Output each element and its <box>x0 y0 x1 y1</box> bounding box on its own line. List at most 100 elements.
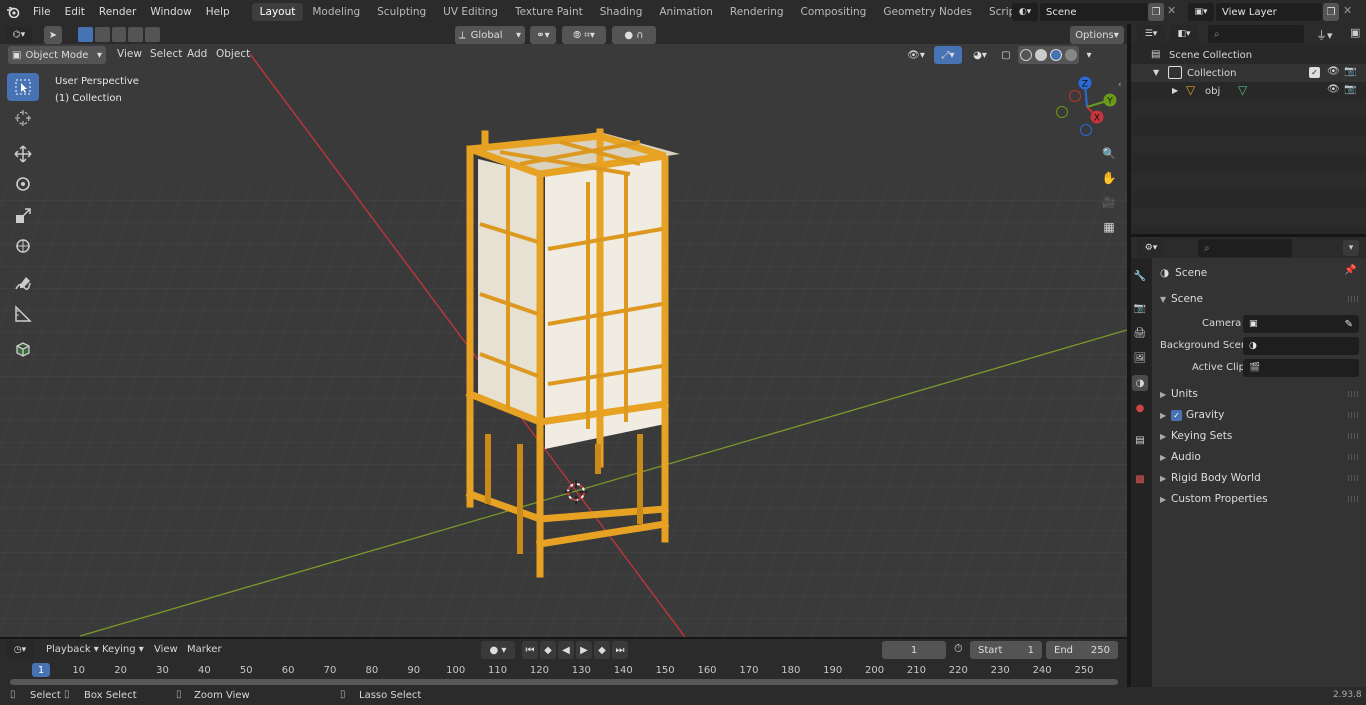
collection-properties-tab[interactable]: ▤ <box>1132 432 1148 448</box>
custom-properties-panel[interactable]: ▶ Custom Properties <box>1160 491 1268 507</box>
mesh-data-icon[interactable]: ▽ <box>1238 83 1247 97</box>
transform-tool[interactable] <box>7 232 39 260</box>
menu-window[interactable]: Window <box>143 0 198 24</box>
area-divider[interactable] <box>1131 234 1366 237</box>
blender-logo-icon[interactable] <box>0 0 26 24</box>
options-dropdown[interactable]: Options ▾ <box>1070 26 1124 44</box>
properties-options-icon[interactable]: ▾ <box>1343 240 1359 256</box>
audio-panel[interactable]: ▶ Audio <box>1160 449 1201 465</box>
copy-view-layer-icon[interactable]: ❐ <box>1323 3 1339 21</box>
panel-drag-handle[interactable] <box>1348 454 1360 460</box>
menu-playback[interactable]: Playback ▾ <box>46 644 99 655</box>
scale-tool[interactable] <box>7 202 39 230</box>
camera-field[interactable]: ▣ ✎ <box>1243 315 1359 333</box>
tool-select-icon[interactable]: ➤ <box>44 26 62 44</box>
collection-render-camera-icon[interactable]: 📷 <box>1344 66 1356 77</box>
scene-type-icon[interactable]: ◐▾ <box>1012 3 1038 21</box>
menu-help[interactable]: Help <box>199 0 237 24</box>
keying-sets-panel[interactable]: ▶ Keying Sets <box>1160 428 1232 444</box>
camera-view-icon[interactable]: 🎥 <box>1099 192 1119 212</box>
viewport-3d[interactable] <box>0 24 1127 637</box>
auto-keying-button[interactable]: ● ▾ <box>481 641 515 659</box>
panel-drag-handle[interactable] <box>1348 475 1360 481</box>
play-icon[interactable]: ▶ <box>576 641 592 659</box>
eyedropper-icon[interactable]: ✎ <box>1345 319 1353 330</box>
menu-edit[interactable]: Edit <box>58 0 92 24</box>
playback-controls[interactable]: ⏮ ◆ ◀ ▶ ◆ ⏭ <box>522 641 630 659</box>
menu-object[interactable]: Object <box>216 48 250 60</box>
lantern-object[interactable] <box>0 24 1127 637</box>
menu-marker[interactable]: Marker <box>187 644 222 655</box>
filter-icon[interactable]: ⏚▾ <box>1316 27 1333 43</box>
render-properties-tab[interactable]: 📷 <box>1132 300 1148 316</box>
annotate-tool[interactable] <box>7 270 39 298</box>
menu-render[interactable]: Render <box>92 0 143 24</box>
expand-collection-icon[interactable]: ▼ <box>1153 68 1159 77</box>
ortho-grid-icon[interactable]: ▦ <box>1099 217 1119 237</box>
view-layer-properties-tab[interactable]: 🖼 <box>1132 350 1148 366</box>
start-frame-field[interactable]: Start 1 <box>970 641 1042 659</box>
new-collection-icon[interactable]: ▣ <box>1350 26 1360 39</box>
tab-animation[interactable]: Animation <box>651 3 721 21</box>
rigid-body-world-panel[interactable]: ▶ Rigid Body World <box>1160 470 1261 486</box>
outliner-editor-type-icon[interactable]: ☰▾ <box>1137 25 1165 43</box>
editor-type-icon[interactable]: ⌬▾ <box>6 26 32 44</box>
tab-layout[interactable]: Layout <box>251 3 304 21</box>
jump-keyframe-back-icon[interactable]: ◆ <box>540 641 556 659</box>
measure-tool[interactable] <box>7 300 39 328</box>
area-divider[interactable] <box>0 637 1127 639</box>
jump-start-icon[interactable]: ⏮ <box>522 641 538 659</box>
tool-properties-tab[interactable]: 🔧 <box>1132 268 1148 284</box>
stopwatch-icon[interactable]: ⏱ <box>954 642 963 656</box>
texture-properties-tab[interactable]: ▩ <box>1132 471 1148 487</box>
menu-keying[interactable]: Keying ▾ <box>102 644 144 655</box>
cursor-tool[interactable] <box>7 104 39 132</box>
add-cube-tool[interactable] <box>7 335 39 363</box>
panel-drag-handle[interactable] <box>1348 496 1360 502</box>
scene-properties-tab[interactable]: ◑ <box>1132 375 1148 391</box>
menu-add[interactable]: Add <box>187 48 207 60</box>
world-properties-tab[interactable]: ● <box>1132 400 1148 416</box>
tab-rendering[interactable]: Rendering <box>722 3 792 21</box>
display-mode-icon[interactable]: ◧▾ <box>1170 25 1198 43</box>
jump-end-icon[interactable]: ⏭ <box>612 641 628 659</box>
properties-search-input[interactable]: ⌕ <box>1198 239 1292 257</box>
tab-texture-paint[interactable]: Texture Paint <box>507 3 591 21</box>
expand-obj-icon[interactable]: ▶ <box>1172 86 1178 95</box>
select-mode-icons[interactable] <box>78 27 160 43</box>
tab-compositing[interactable]: Compositing <box>793 3 875 21</box>
menu-file[interactable]: File <box>26 0 58 24</box>
scene-selector[interactable]: Scene <box>1040 3 1148 21</box>
panel-drag-handle[interactable] <box>1348 433 1360 439</box>
copy-scene-icon[interactable]: ❐ <box>1148 3 1164 21</box>
current-frame-field[interactable]: 1 <box>882 641 946 659</box>
background-scene-field[interactable]: ◑ <box>1243 337 1359 355</box>
tab-sculpting[interactable]: Sculpting <box>369 3 434 21</box>
object-mode-select[interactable]: ▣ Object Mode ▾ <box>8 46 106 64</box>
jump-keyframe-forward-icon[interactable]: ◆ <box>594 641 610 659</box>
panel-drag-handle[interactable] <box>1348 391 1360 397</box>
collection-visibility-eye-icon[interactable]: 👁 <box>1327 66 1340 77</box>
gravity-panel[interactable]: ▶ ✓ Gravity <box>1160 407 1224 423</box>
end-frame-field[interactable]: End 250 <box>1046 641 1118 659</box>
panel-drag-handle[interactable] <box>1348 296 1360 302</box>
viewport-shading-icons[interactable]: 👁▾ ⤢▾ ◕▾ ▢ ▾ <box>902 46 1124 64</box>
tab-geometry-nodes[interactable]: Geometry Nodes <box>875 3 980 21</box>
close-view-layer-icon[interactable]: ✕ <box>1343 4 1352 17</box>
properties-editor-type-icon[interactable]: ⚙▾ <box>1137 239 1165 257</box>
pivot-point-icon[interactable]: ⚭▾ <box>530 26 556 44</box>
view-layer-type-icon[interactable]: ▣▾ <box>1188 3 1214 21</box>
outliner-row-scene-collection[interactable]: ▤ Scene Collection <box>1131 46 1366 64</box>
panel-drag-handle[interactable] <box>1348 412 1360 418</box>
play-reverse-icon[interactable]: ◀ <box>558 641 574 659</box>
select-box-tool[interactable] <box>7 73 39 101</box>
gravity-checkbox[interactable]: ✓ <box>1171 409 1182 421</box>
sidebar-toggle-icon[interactable]: ‹ <box>1118 80 1122 90</box>
output-properties-tab[interactable]: 🖨 <box>1132 325 1148 341</box>
close-scene-icon[interactable]: ✕ <box>1167 4 1176 17</box>
collection-checkbox[interactable]: ✓ <box>1309 67 1320 78</box>
menu-timeline-view[interactable]: View <box>154 644 178 655</box>
navigation-gizmo[interactable]: Z Y X <box>1052 72 1122 142</box>
tab-modeling[interactable]: Modeling <box>304 3 368 21</box>
snap-icon[interactable]: ⦾ ⌗▾ <box>562 26 606 44</box>
